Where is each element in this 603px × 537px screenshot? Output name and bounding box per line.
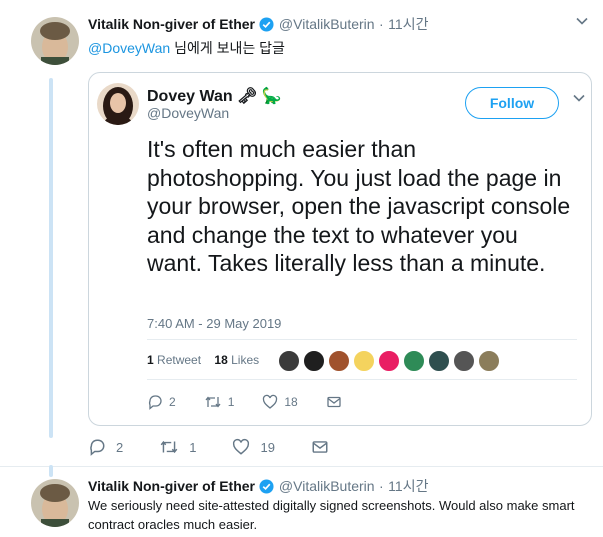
- envelope-icon: [311, 438, 329, 456]
- quoted-chevron-down-icon[interactable]: [572, 91, 586, 110]
- reply-button[interactable]: 2: [88, 438, 123, 456]
- tweet-divider: [0, 466, 603, 467]
- follow-button[interactable]: Follow: [465, 87, 559, 119]
- tweet-time[interactable]: 11시간: [388, 16, 428, 32]
- quoted-reply-count: 2: [169, 395, 176, 409]
- thread-connector-line: [49, 78, 53, 438]
- tweet-text: We seriously need site-attested digitall…: [88, 498, 575, 532]
- liker-avatar[interactable]: [328, 350, 350, 372]
- reply-context-label: 님에게 보내는 답글: [174, 40, 285, 56]
- stats-divider-bottom: [147, 379, 577, 380]
- author-name[interactable]: Vitalik Non-giver of Ether: [88, 478, 255, 494]
- envelope-icon: [326, 394, 342, 410]
- quoted-retweet-count: 1: [227, 395, 235, 409]
- liker-avatar[interactable]: [303, 350, 325, 372]
- like-count: 19: [260, 439, 275, 455]
- retweet-button[interactable]: 1: [159, 438, 196, 456]
- quoted-like-count: 18: [284, 395, 298, 409]
- verified-badge-icon: [259, 17, 274, 37]
- quoted-author-handle[interactable]: @DoveyWan: [147, 105, 229, 121]
- retweet-icon: [204, 394, 222, 410]
- heart-icon: [262, 394, 278, 410]
- separator-dot: ·: [379, 478, 384, 494]
- reply-count: 2: [116, 439, 124, 455]
- engagement-stats: 1 Retweet 18 Likes: [147, 353, 259, 367]
- tweet-action-bar: 2 1 19: [88, 438, 365, 456]
- direct-message-button[interactable]: [311, 438, 329, 456]
- reply-icon: [147, 394, 163, 410]
- quoted-action-bar: 2 1 18: [147, 394, 370, 410]
- quoted-direct-message-button[interactable]: [326, 394, 342, 410]
- retweet-count: 1: [189, 439, 197, 455]
- tweet-time[interactable]: 11시간: [388, 478, 428, 494]
- liker-avatar[interactable]: [353, 350, 375, 372]
- quoted-avatar-image: [97, 83, 139, 125]
- quoted-reply-button[interactable]: 2: [147, 394, 176, 410]
- heart-icon: [232, 438, 250, 456]
- author-handle[interactable]: @VitalikButerin: [279, 478, 375, 494]
- liker-avatar[interactable]: [478, 350, 500, 372]
- likes-stat[interactable]: 18 Likes: [214, 353, 259, 367]
- quoted-retweet-button[interactable]: 1: [204, 394, 235, 410]
- liker-avatar[interactable]: [403, 350, 425, 372]
- quoted-like-button[interactable]: 18: [262, 394, 298, 410]
- chevron-down-icon[interactable]: [575, 14, 589, 33]
- reply-mention-link[interactable]: @DoveyWan: [88, 40, 170, 56]
- quoted-avatar[interactable]: [97, 83, 139, 125]
- quoted-author-name[interactable]: Dovey Wan: [147, 88, 233, 105]
- author-handle[interactable]: @VitalikButerin: [279, 16, 375, 32]
- tweet-header: Vitalik Non-giver of Ether @VitalikButer…: [88, 14, 428, 37]
- author-name[interactable]: Vitalik Non-giver of Ether: [88, 16, 255, 32]
- quoted-tweet-text: It's often much easier than photoshoppin…: [147, 136, 571, 276]
- liker-avatar[interactable]: [378, 350, 400, 372]
- reply-context: @DoveyWan 님에게 보내는 답글: [88, 38, 285, 58]
- like-button[interactable]: 19: [232, 438, 275, 456]
- thread-connector-line-lower: [49, 465, 53, 477]
- likers-avatar-row: [278, 350, 500, 372]
- quoted-author: Dovey Wan 🗝 🦕: [147, 86, 282, 106]
- liker-avatar[interactable]: [278, 350, 300, 372]
- avatar[interactable]: [31, 479, 79, 527]
- liker-avatar[interactable]: [428, 350, 450, 372]
- quoted-timestamp[interactable]: 7:40 AM - 29 May 2019: [147, 316, 281, 331]
- avatar-image: [31, 17, 79, 65]
- retweet-icon: [159, 438, 179, 456]
- quoted-tweet-card[interactable]: Dovey Wan 🗝 🦕 @DoveyWan Follow It's ofte…: [88, 72, 592, 426]
- liker-avatar[interactable]: [453, 350, 475, 372]
- separator-dot: ·: [379, 16, 384, 32]
- stats-divider-top: [147, 339, 577, 340]
- avatar[interactable]: [31, 17, 79, 65]
- reply-icon: [88, 438, 106, 456]
- avatar-image: [31, 479, 79, 527]
- retweet-stat[interactable]: 1 Retweet: [147, 353, 201, 367]
- quoted-name-emoji: 🗝 🦕: [237, 88, 282, 105]
